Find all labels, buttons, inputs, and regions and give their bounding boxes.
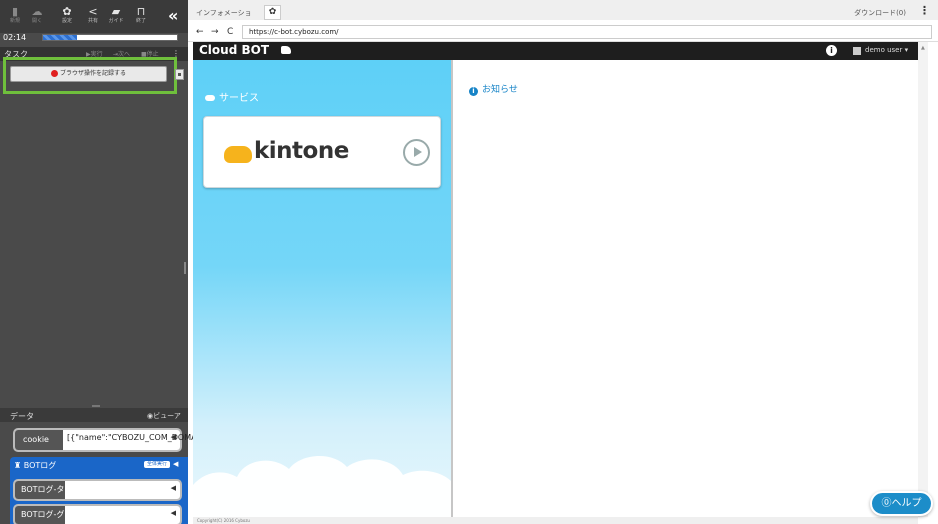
info-icon[interactable]: i	[826, 45, 837, 56]
brand-logo[interactable]: Cloud BOT	[199, 43, 269, 57]
botlog-group-variable[interactable]: BOTログ-グル ◀	[13, 504, 182, 524]
cookie-variable-value: [{"name":"CYBOZU_COM_DOMAI	[67, 433, 199, 442]
bot-logo-icon	[281, 46, 291, 54]
collapse-panel-button[interactable]: «	[168, 8, 178, 24]
panel-divider	[451, 60, 453, 517]
viewer-button[interactable]: ◉ビューア	[147, 411, 181, 421]
forward-arrow-icon[interactable]: →	[211, 27, 219, 37]
caret-left-icon[interactable]: ◀	[173, 460, 178, 468]
botlog-title: ♜ BOTログ	[14, 461, 57, 470]
caret-left-icon[interactable]: ◀	[171, 484, 176, 492]
new-button[interactable]: ▮ 新規	[5, 6, 25, 32]
botlog-task-name: BOTログ-タス	[15, 481, 65, 499]
cookie-variable-name: cookie	[15, 430, 63, 450]
editor-toolbar: ▮ 新規 ☁ 開く ✿ 設定 < 共有 ▰ ガイド ⊓ 終了 « 02:14	[0, 0, 188, 42]
record-browser-button[interactable]: ブラウザ操作を記録する	[10, 66, 167, 82]
browser-nav-bar: ← → C https://c-bot.cybozu.com/	[188, 20, 938, 42]
play-icon[interactable]	[403, 139, 430, 166]
cloud-icon	[205, 95, 215, 101]
botlog-group-name: BOTログ-グル	[15, 506, 65, 524]
task-side-button[interactable]	[175, 69, 184, 80]
record-icon	[50, 70, 58, 77]
kintone-logo-icon	[224, 146, 252, 163]
caret-left-icon[interactable]: ◀	[171, 509, 176, 517]
scroll-up-icon[interactable]: ▲	[921, 45, 925, 51]
more-menu-icon[interactable]: ⋮	[919, 4, 930, 17]
service-panel: サービス kintone	[193, 60, 451, 517]
gear-icon[interactable]: ✿	[264, 5, 281, 20]
data-header: データ ◉ビューア	[0, 408, 188, 422]
news-heading: i お知らせ	[469, 82, 518, 96]
browser-tab-bar: インフォメーション ✿ ダウンロード(0) ⋮	[188, 0, 938, 27]
panel-resize-grip[interactable]	[184, 262, 186, 274]
help-button[interactable]: ⓪ヘルプ	[870, 491, 933, 516]
user-menu[interactable]: demo user ▾	[865, 46, 908, 54]
cloud-icon: ☁	[31, 5, 43, 18]
elapsed-timer: 02:14	[3, 33, 27, 42]
progress-fill	[43, 35, 77, 40]
cloud-decoration	[193, 455, 451, 517]
open-button[interactable]: ☁ 開く	[27, 6, 47, 32]
kintone-service-card[interactable]: kintone	[203, 116, 441, 188]
back-arrow-icon[interactable]: ←	[196, 27, 204, 37]
settings-button[interactable]: ✿ 設定	[57, 6, 77, 32]
info-icon: i	[469, 87, 478, 96]
share-icon: <	[88, 5, 98, 18]
caret-left-icon[interactable]: ◀	[171, 433, 176, 441]
url-input[interactable]: https://c-bot.cybozu.com/	[242, 25, 932, 39]
guide-button[interactable]: ▰ ガイド	[106, 6, 126, 32]
user-icon	[853, 47, 861, 55]
service-heading: サービス	[205, 89, 259, 104]
botlog-task-variable[interactable]: BOTログ-タス ◀	[13, 479, 182, 501]
downloads-button[interactable]: ダウンロード(0)	[854, 8, 906, 18]
page-scrollbar[interactable]	[918, 42, 928, 517]
kintone-service-name: kintone	[254, 138, 349, 164]
execution-progress-bar	[42, 34, 178, 41]
cloud-bot-editor-panel: ▮ 新規 ☁ 開く ✿ 設定 < 共有 ▰ ガイド ⊓ 終了 « 02:14 タ…	[0, 0, 199, 524]
cookie-variable[interactable]: cookie [{"name":"CYBOZU_COM_DOMAI ◀	[13, 428, 199, 452]
run-all-badge[interactable]: 全体実行	[144, 461, 171, 468]
data-title: データ	[10, 412, 34, 421]
exit-icon: ⊓	[136, 5, 146, 18]
site-header: Cloud BOT i demo user ▾	[193, 42, 918, 60]
exit-button[interactable]: ⊓ 終了	[131, 6, 151, 32]
file-icon: ▮	[11, 5, 19, 18]
share-button[interactable]: < 共有	[83, 6, 103, 32]
book-icon: ▰	[111, 5, 121, 18]
page-footer: Copyright(C) 2016 Cybozu	[193, 517, 918, 524]
reload-icon[interactable]: C	[227, 27, 233, 37]
tab-information[interactable]: インフォメーション	[196, 8, 254, 27]
gear-icon: ✿	[62, 5, 72, 18]
app-root: ▮ 新規 ☁ 開く ✿ 設定 < 共有 ▰ ガイド ⊓ 終了 « 02:14 タ…	[0, 0, 938, 524]
data-panel-drag-handle[interactable]	[92, 405, 100, 407]
